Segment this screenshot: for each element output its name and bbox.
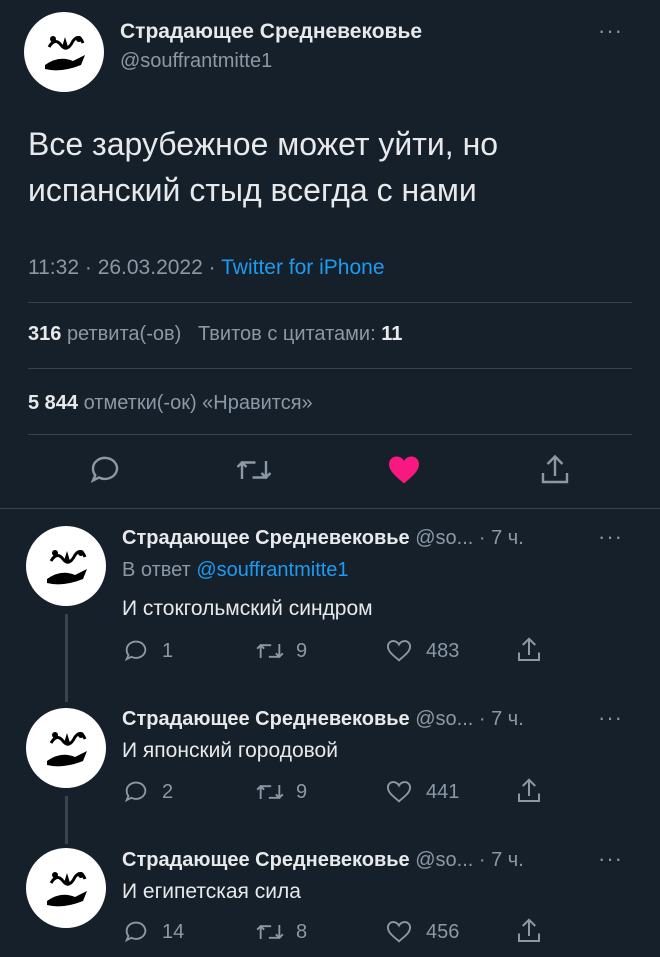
reply-icon[interactable] bbox=[122, 778, 150, 806]
like-count: 441 bbox=[426, 781, 460, 803]
thread-line bbox=[65, 796, 68, 844]
divider bbox=[28, 368, 632, 369]
avatar[interactable] bbox=[24, 12, 104, 92]
reply-time[interactable]: · 7 ч. bbox=[479, 527, 524, 549]
reply-time[interactable]: · 7 ч. bbox=[479, 708, 524, 730]
likes-count: 5 844 bbox=[28, 392, 79, 414]
reply-text: И стокгольмский синдром bbox=[122, 597, 373, 620]
like-icon[interactable] bbox=[384, 918, 414, 946]
reply-author-handle[interactable]: @so... bbox=[415, 527, 473, 549]
more-options-icon[interactable]: ··· bbox=[598, 705, 623, 731]
more-options-icon[interactable]: ··· bbox=[598, 524, 623, 550]
likes-label: отметки(-ок) «Нравится» bbox=[83, 392, 313, 414]
tweet-text-line-1: Все зарубежное может уйти, но bbox=[28, 126, 499, 162]
reply-icon[interactable] bbox=[122, 918, 150, 946]
reply-author-handle[interactable]: @so... bbox=[415, 849, 473, 871]
like-count: 456 bbox=[426, 921, 460, 943]
more-options-icon[interactable]: ··· bbox=[598, 846, 623, 872]
retweet-count: 9 bbox=[296, 640, 308, 662]
share-icon[interactable] bbox=[514, 776, 544, 806]
meta-separator: · bbox=[208, 256, 216, 279]
reply-author-handle[interactable]: @so... bbox=[415, 708, 473, 730]
meta-separator: · bbox=[84, 256, 92, 279]
reply-header: Страдающее Средневековье @so... · 7 ч. bbox=[122, 849, 524, 872]
like-icon[interactable] bbox=[384, 637, 414, 665]
retweet-icon[interactable] bbox=[234, 452, 274, 488]
tweet-meta: 11:32 · 26.03.2022 · Twitter for iPhone bbox=[28, 256, 385, 280]
retweet-count: 9 bbox=[296, 781, 308, 803]
reply-author-name[interactable]: Страдающее Средневековье bbox=[122, 527, 410, 549]
reply-header: Страдающее Средневековье @so... · 7 ч. bbox=[122, 708, 524, 731]
reply-time[interactable]: · 7 ч. bbox=[479, 849, 524, 871]
avatar[interactable] bbox=[26, 526, 106, 606]
avatar-icon bbox=[45, 36, 85, 71]
avatar[interactable] bbox=[26, 708, 106, 788]
quotes-count: 11 bbox=[381, 323, 403, 345]
avatar[interactable] bbox=[26, 848, 106, 928]
like-icon-active[interactable] bbox=[385, 452, 423, 488]
share-icon[interactable] bbox=[537, 452, 573, 488]
thread-line bbox=[65, 614, 68, 702]
divider bbox=[0, 508, 660, 509]
author-handle[interactable]: @souffrantmitte1 bbox=[120, 50, 272, 73]
retweet-icon[interactable] bbox=[254, 637, 286, 665]
tweet-time[interactable]: 11:32 bbox=[28, 256, 79, 279]
reply-text: И японский городовой bbox=[122, 739, 338, 762]
author-name[interactable]: Страдающее Средневековье bbox=[120, 20, 422, 44]
reply-header: Страдающее Средневековье @so... · 7 ч. bbox=[122, 527, 524, 550]
divider bbox=[28, 434, 632, 435]
avatar-icon bbox=[47, 732, 87, 767]
avatar-icon bbox=[47, 872, 87, 907]
more-options-icon[interactable]: ··· bbox=[598, 18, 623, 44]
reply-text: И египетская сила bbox=[122, 880, 301, 903]
retweet-icon[interactable] bbox=[254, 778, 286, 806]
reply-count: 2 bbox=[162, 781, 174, 803]
retweet-icon[interactable] bbox=[254, 918, 286, 946]
reply-icon[interactable] bbox=[87, 452, 123, 488]
retweet-count: 8 bbox=[296, 921, 308, 943]
replying-to-prefix: В ответ bbox=[122, 559, 191, 581]
reply-author-name[interactable]: Страдающее Средневековье bbox=[122, 849, 410, 871]
tweet-source-link[interactable]: Twitter for iPhone bbox=[221, 256, 384, 279]
retweets-label: ретвита(-ов) bbox=[66, 323, 182, 345]
quotes-label: Твитов с цитатами: bbox=[197, 323, 376, 345]
tweet-text-line-2: испанский стыд всегда с нами bbox=[28, 172, 477, 208]
tweet-stats-likes[interactable]: 5 844 отметки(-ок) «Нравится» bbox=[28, 392, 313, 415]
reply-author-name[interactable]: Страдающее Средневековье bbox=[122, 708, 410, 730]
share-icon[interactable] bbox=[514, 635, 544, 665]
share-icon[interactable] bbox=[514, 916, 544, 946]
reply-count: 14 bbox=[162, 921, 185, 943]
like-count: 483 bbox=[426, 640, 460, 662]
tweet-stats-retweets[interactable]: 316 ретвита(-ов) Твитов с цитатами: 11 bbox=[28, 323, 402, 346]
like-icon[interactable] bbox=[384, 778, 414, 806]
divider bbox=[28, 302, 632, 303]
avatar-icon bbox=[47, 550, 87, 585]
replying-to-handle[interactable]: @souffrantmitte1 bbox=[196, 559, 348, 581]
tweet-date[interactable]: 26.03.2022 bbox=[98, 256, 203, 279]
reply-icon[interactable] bbox=[122, 637, 150, 665]
retweets-count: 316 bbox=[28, 323, 62, 345]
replying-to: В ответ @souffrantmitte1 bbox=[122, 559, 349, 582]
reply-count: 1 bbox=[162, 640, 174, 662]
